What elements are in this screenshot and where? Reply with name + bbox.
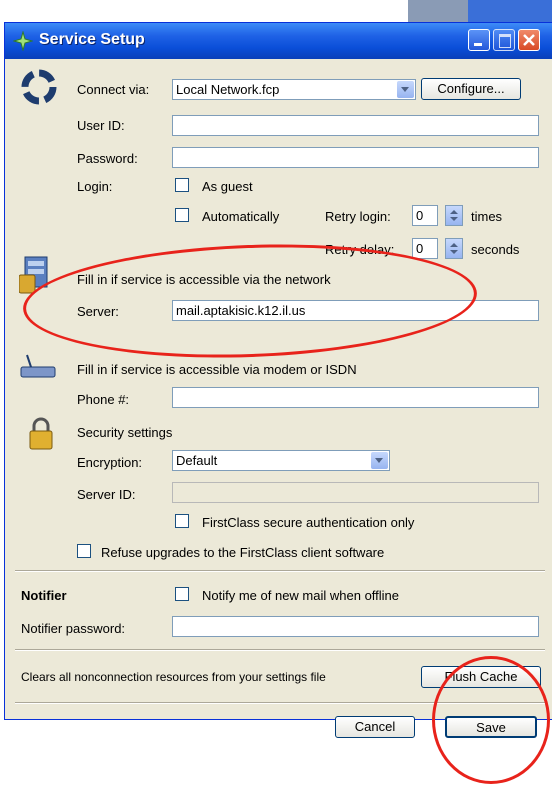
server-id-field[interactable] xyxy=(172,482,539,503)
automatically-label: Automatically xyxy=(202,209,280,224)
retry-delay-field[interactable]: 0 xyxy=(412,238,438,259)
divider xyxy=(15,570,545,572)
secure-auth-checkbox[interactable] xyxy=(175,514,189,528)
server-id-label: Server ID: xyxy=(77,487,136,502)
automatically-checkbox[interactable] xyxy=(175,208,189,222)
as-guest-label: As guest xyxy=(202,179,253,194)
notify-offline-label: Notify me of new mail when offline xyxy=(202,588,400,603)
maximize-button[interactable] xyxy=(493,29,515,51)
notifier-password-label: Notifier password: xyxy=(21,621,126,636)
cancel-button[interactable]: Cancel xyxy=(335,716,415,738)
window-title: Service Setup xyxy=(39,31,145,48)
connect-via-select[interactable]: Local Network.fcp xyxy=(172,79,416,100)
password-label: Password: xyxy=(77,151,138,166)
login-label: Login: xyxy=(77,179,113,194)
retry-delay-unit: seconds xyxy=(471,242,520,257)
encryption-select[interactable]: Default xyxy=(172,450,390,471)
refuse-upgrades-label: Refuse upgrades to the FirstClass client… xyxy=(101,545,385,560)
spinner-arrows-icon xyxy=(450,210,458,221)
security-heading: Security settings xyxy=(77,425,173,440)
notifier-password-field[interactable] xyxy=(172,616,539,637)
app-icon xyxy=(12,30,34,52)
encryption-value: Default xyxy=(176,453,218,468)
close-button[interactable] xyxy=(518,29,540,51)
phone-field[interactable] xyxy=(172,387,539,408)
save-annotation-circle xyxy=(432,656,550,784)
secure-auth-label: FirstClass secure authentication only xyxy=(202,515,415,530)
user-id-label: User ID: xyxy=(77,118,125,133)
chevron-down-icon xyxy=(371,452,388,469)
chevron-down-icon xyxy=(397,81,414,98)
service-setup-dialog: Service Setup Connect via: Local Network… xyxy=(4,22,552,738)
password-field[interactable] xyxy=(172,147,539,168)
server-annotation-ellipse xyxy=(21,237,479,365)
background-window-edge xyxy=(408,0,468,22)
modem-icon xyxy=(19,353,59,381)
minimize-button[interactable] xyxy=(468,29,490,51)
modem-hint: Fill in if service is accessible via mod… xyxy=(77,362,357,377)
encryption-label: Encryption: xyxy=(77,455,143,470)
retry-login-label: Retry login: xyxy=(325,209,391,224)
phone-label: Phone #: xyxy=(77,392,130,407)
retry-login-field[interactable]: 0 xyxy=(412,205,438,226)
retry-delay-spinner[interactable] xyxy=(445,238,463,259)
spinner-arrows-icon xyxy=(450,243,458,254)
divider xyxy=(15,649,545,651)
retry-login-spinner[interactable] xyxy=(445,205,463,226)
lock-icon xyxy=(27,417,55,451)
connection-icon xyxy=(21,69,57,105)
user-id-field[interactable] xyxy=(172,115,539,136)
close-icon xyxy=(523,34,535,46)
refuse-upgrades-checkbox[interactable] xyxy=(77,544,91,558)
connect-via-value: Local Network.fcp xyxy=(176,82,280,97)
as-guest-checkbox[interactable] xyxy=(175,178,189,192)
title-bar[interactable]: Service Setup xyxy=(5,23,552,59)
connect-via-label: Connect via: xyxy=(77,82,150,97)
notifier-heading: Notifier xyxy=(21,588,67,603)
cache-description: Clears all nonconnection resources from … xyxy=(21,670,326,684)
retry-login-unit: times xyxy=(471,209,503,224)
background-window-title xyxy=(468,0,552,22)
configure-button[interactable]: Configure... xyxy=(421,78,521,100)
notify-offline-checkbox[interactable] xyxy=(175,587,189,601)
